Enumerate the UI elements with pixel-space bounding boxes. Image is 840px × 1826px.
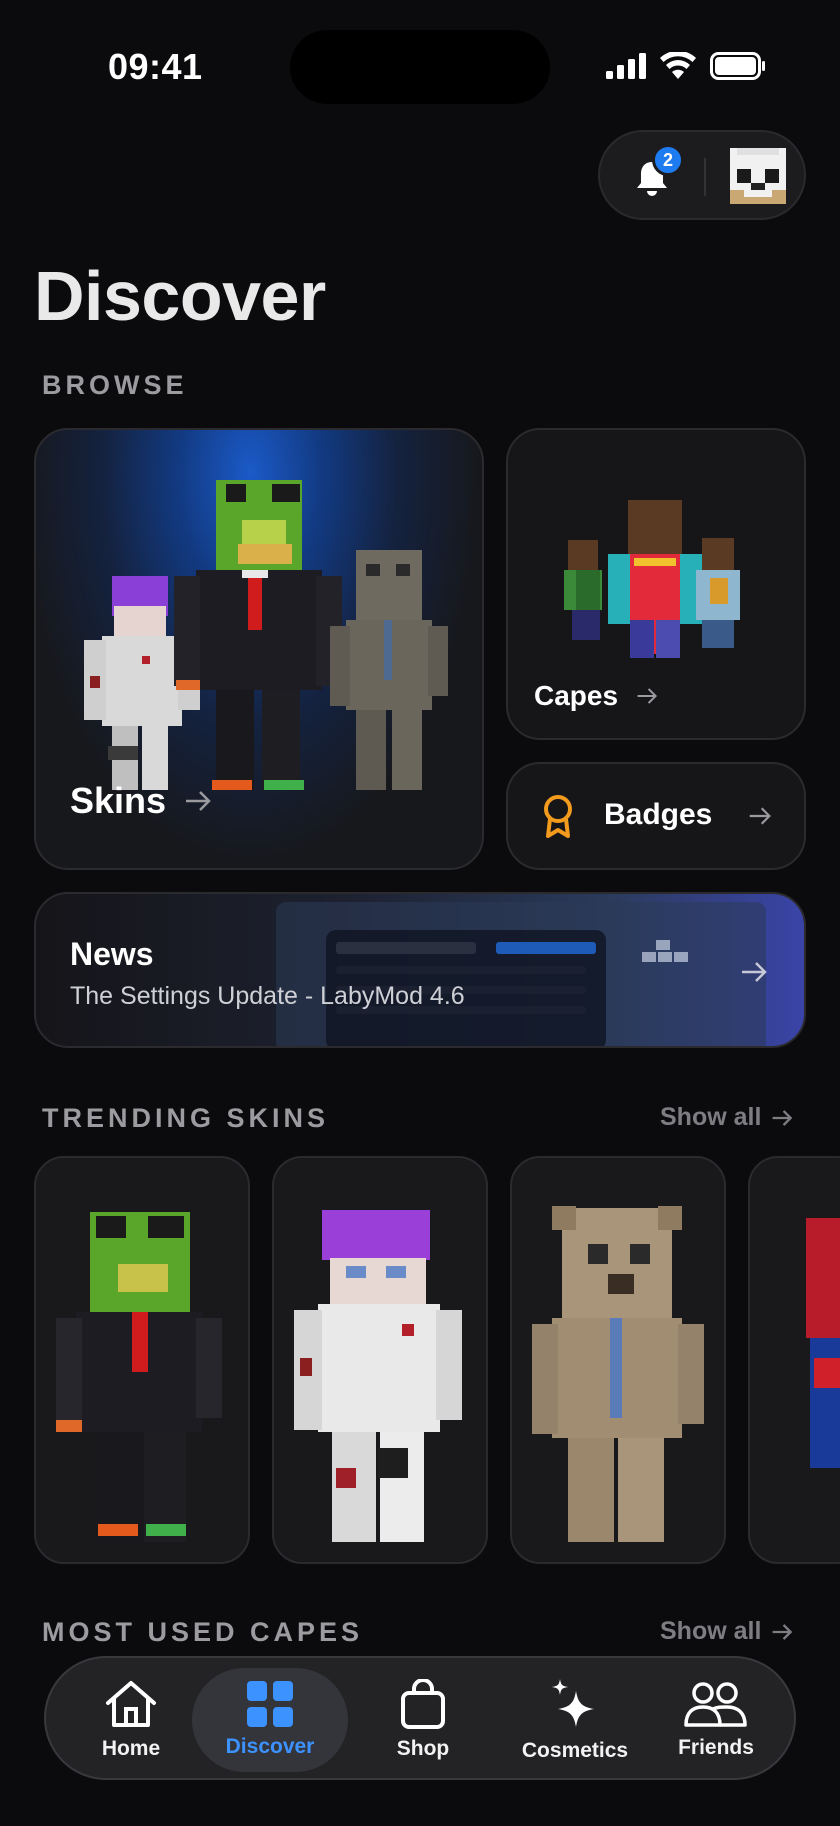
arrow-right-icon (186, 791, 211, 811)
capes-illustration (564, 500, 740, 658)
badge-icon (544, 795, 572, 838)
trending-show-all-link[interactable]: Show all (660, 1103, 793, 1132)
news-title: News (70, 936, 154, 972)
cellular-signal-icon (606, 53, 646, 79)
grid-icon (247, 1681, 293, 1727)
divider (704, 158, 706, 196)
home-icon (106, 1681, 156, 1727)
header-actions: 2 (598, 130, 806, 220)
friends-icon (684, 1682, 747, 1727)
arrow-right-icon (749, 807, 771, 825)
tab-shop[interactable]: Shop (358, 1668, 488, 1772)
bottom-tab-bar: Home Discover Shop Cosmetics Friends (44, 1656, 796, 1780)
show-all-label: Show all (660, 1103, 762, 1131)
tab-friends[interactable]: Friends (646, 1668, 786, 1772)
capes-title: Capes (534, 680, 658, 712)
capes-show-all-link[interactable]: Show all (660, 1617, 793, 1646)
capes-section-label: MOST USED CAPES (42, 1617, 364, 1647)
skin-preview (806, 1218, 840, 1468)
badges-label: Badges (604, 798, 713, 831)
tab-shop-label: Shop (396, 1737, 450, 1760)
tab-home-label: Home (101, 1737, 161, 1760)
status-time: 09:41 (108, 46, 203, 87)
skins-label: Skins (70, 780, 167, 821)
skin-preview (532, 1206, 704, 1542)
tab-cosmetics[interactable]: Cosmetics (500, 1668, 650, 1772)
trending-skin-card[interactable] (34, 1156, 250, 1564)
trending-skin-card[interactable] (272, 1156, 488, 1564)
arrow-right-icon (772, 1623, 793, 1640)
notification-badge: 2 (652, 144, 684, 176)
tab-discover[interactable]: Discover (192, 1668, 348, 1772)
trending-section-label: TRENDING SKINS (42, 1103, 330, 1133)
page-title: Discover (34, 257, 326, 335)
tab-cosmetics-label: Cosmetics (521, 1739, 629, 1762)
tab-home[interactable]: Home (66, 1668, 196, 1772)
browse-section-label: BROWSE (42, 370, 188, 400)
status-icons (606, 52, 766, 80)
capes-label: Capes (534, 680, 619, 711)
arrow-right-icon (637, 688, 658, 704)
sparkles-icon (552, 1679, 594, 1727)
avatar-icon (730, 148, 786, 204)
trending-skin-card[interactable] (748, 1156, 840, 1564)
skin-preview (294, 1210, 462, 1542)
news-card[interactable]: News The Settings Update - LabyMod 4.6 (34, 892, 806, 1048)
show-all-label: Show all (660, 1617, 762, 1645)
skins-illustration (84, 480, 448, 806)
tab-discover-label: Discover (225, 1735, 315, 1758)
profile-avatar-button[interactable] (730, 148, 786, 204)
news-subtitle: The Settings Update - LabyMod 4.6 (70, 982, 465, 1010)
skins-card[interactable]: Skins (34, 428, 484, 870)
tab-friends-label: Friends (678, 1736, 754, 1759)
arrow-right-icon (772, 1109, 793, 1126)
trending-skin-card[interactable] (510, 1156, 726, 1564)
skins-title: Skins (70, 780, 212, 822)
capes-card[interactable]: Capes (506, 428, 806, 740)
arrow-right-icon (742, 962, 767, 982)
badges-card[interactable]: Badges (506, 762, 806, 870)
shopping-bag-icon (401, 1679, 445, 1729)
dynamic-island (290, 30, 550, 104)
skin-preview (56, 1212, 222, 1542)
wifi-icon (660, 52, 696, 79)
battery-icon (710, 52, 765, 80)
